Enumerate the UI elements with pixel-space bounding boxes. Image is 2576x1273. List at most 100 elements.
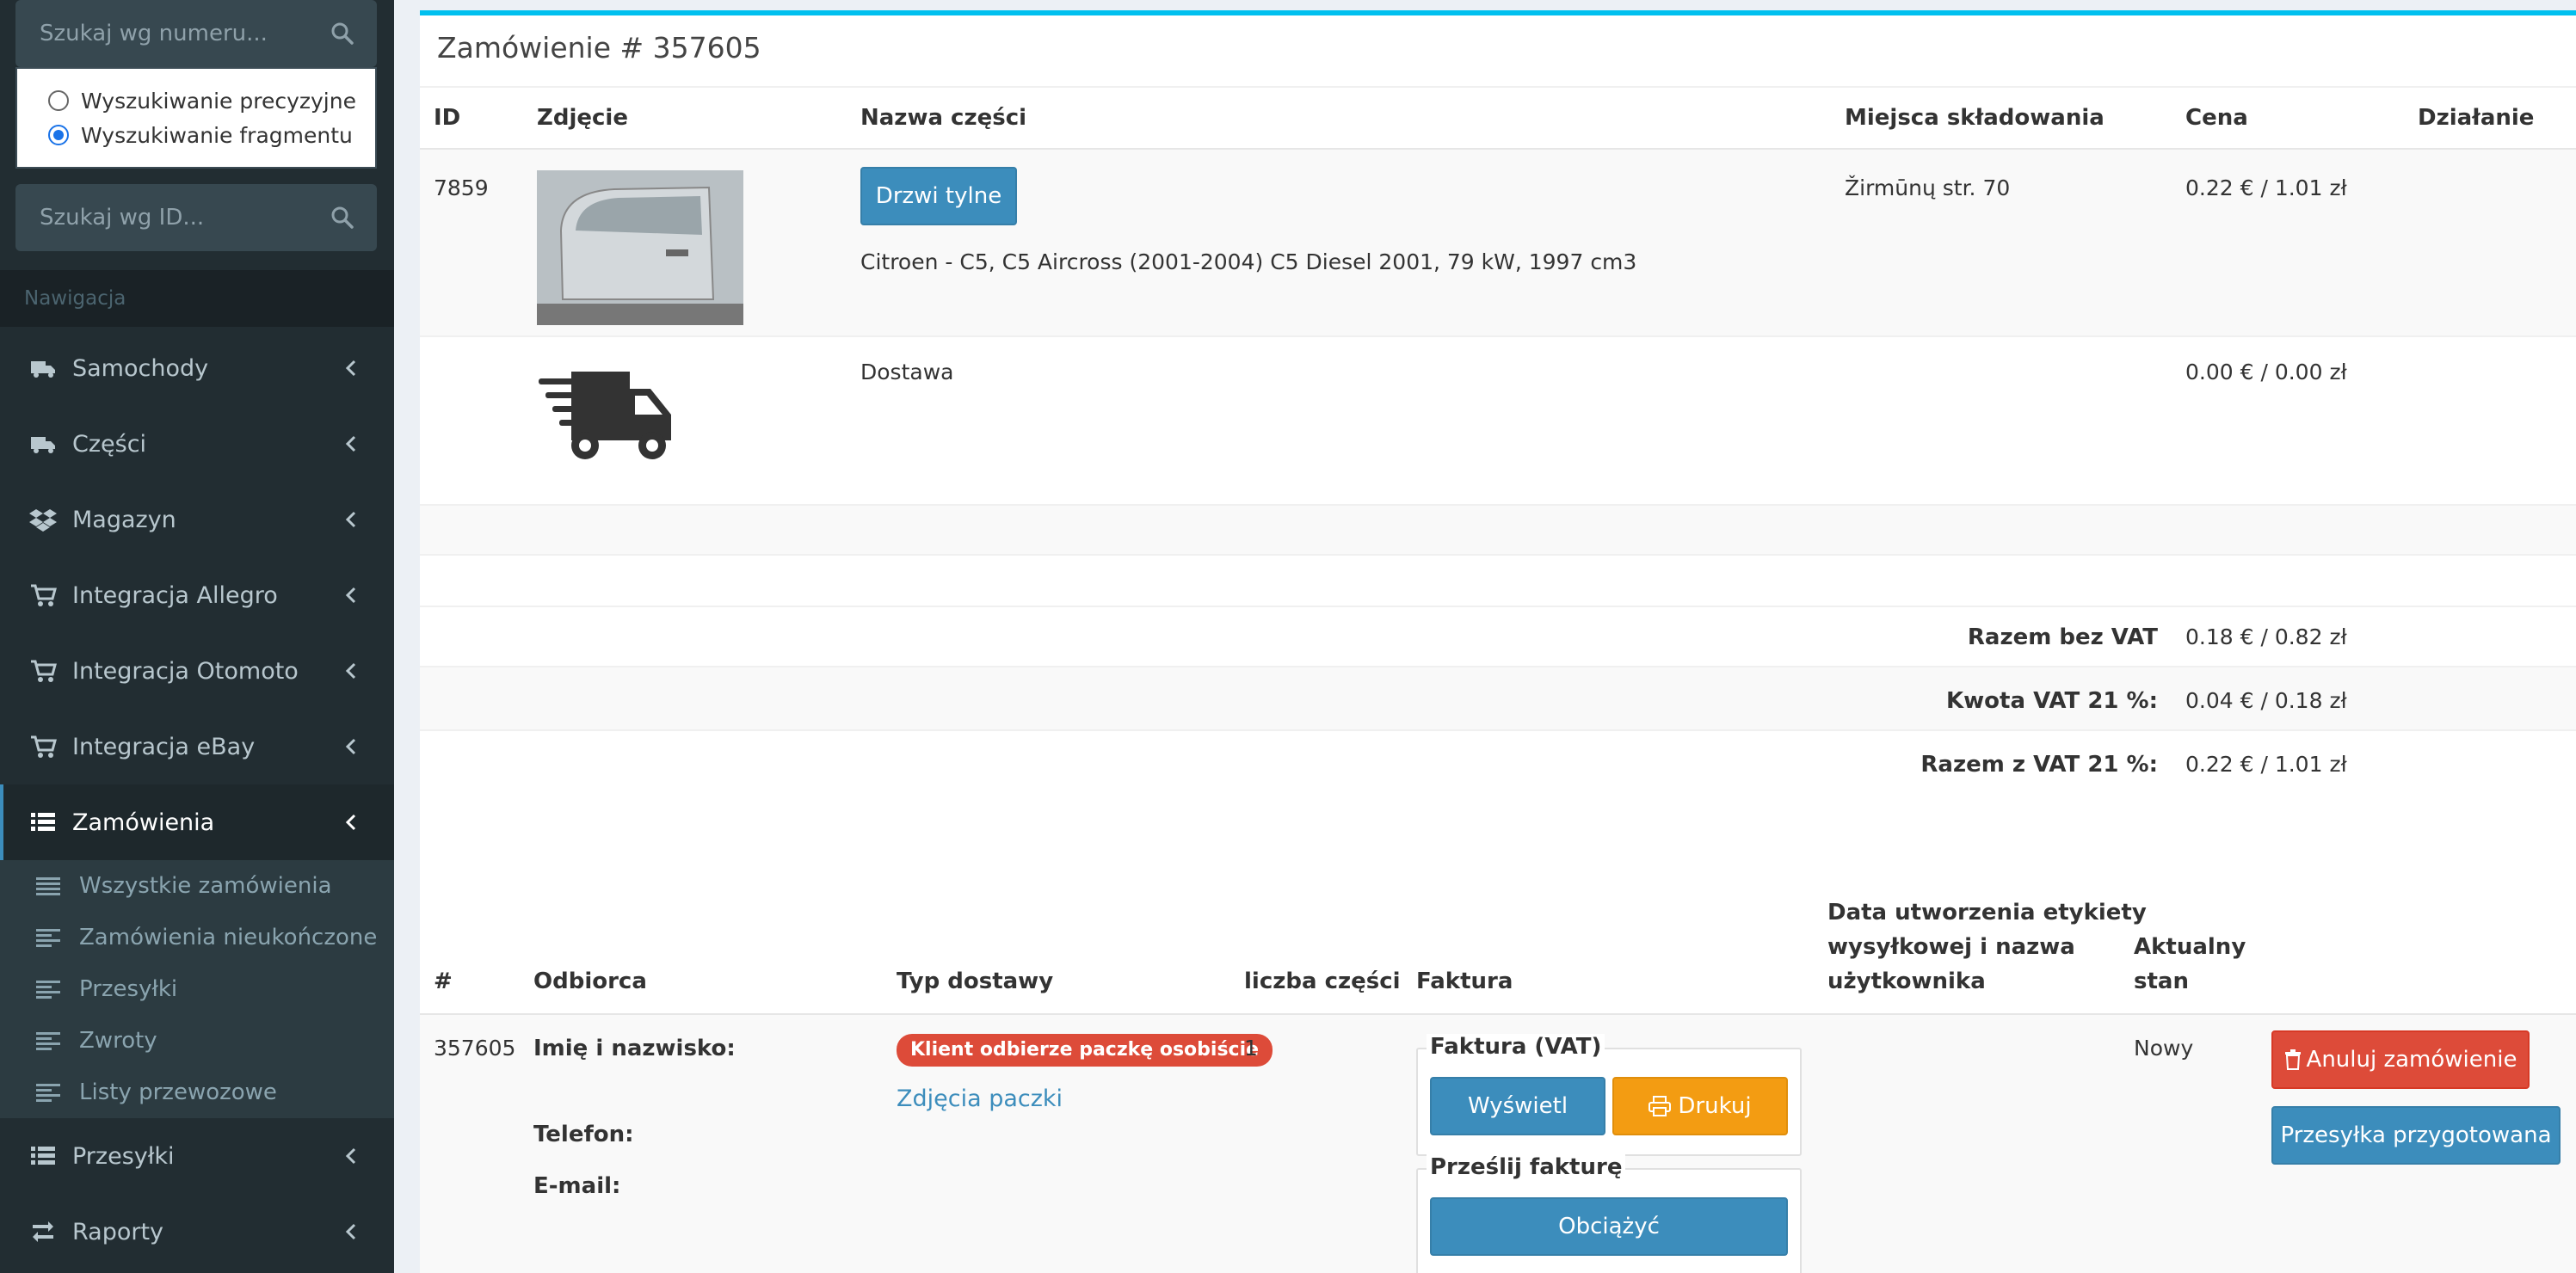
chevron-left-icon [345,435,356,452]
align-left-icon [36,981,60,999]
invoice-legend: Faktura (VAT) [1427,1034,1605,1060]
col-header-label-date-3: użytkownika [1827,969,1986,994]
truck-icon [31,437,55,453]
submenu-item-waybills[interactable]: Listy przewozowe [0,1067,394,1118]
chevron-left-icon [345,1147,356,1165]
submenu-item-all-orders[interactable]: Wszystkie zamówienia [0,860,394,912]
col-header-id: ID [434,105,461,131]
send-invoice-legend: Prześlij fakturę [1427,1154,1626,1180]
sidebar-item-reports[interactable]: Raporty [0,1194,394,1270]
part-price: 0.22 € / 1.01 zł [2185,175,2347,200]
col-header-price: Cena [2185,105,2248,131]
divider [420,86,2576,88]
truck-icon [31,361,55,378]
align-left-icon [36,1084,60,1102]
page-title: Zamówienie # 357605 [437,31,761,65]
chevron-left-icon [345,587,356,604]
radio-fragment-label: Wyszukiwanie fragmentu [81,122,353,148]
package-photos-link[interactable]: Zdjęcia paczki [897,1085,1063,1112]
submenu-item-shipments[interactable]: Przesyłki [0,963,394,1015]
chevron-left-icon [345,662,356,680]
sidebar-item-label: Samochody [72,354,209,382]
chevron-left-icon [345,360,356,377]
radio-precise-dot[interactable] [48,90,69,111]
divider [420,606,2576,607]
submenu-item-returns[interactable]: Zwroty [0,1015,394,1067]
sidebar-item-label: Integracja eBay [72,733,256,760]
sidebar-item-ebay[interactable]: Integracja eBay [0,709,394,784]
delivery-name: Dostawa [860,360,954,384]
view-invoice-button[interactable]: Wyświetl [1430,1077,1605,1135]
search-mode-panel: Wyszukiwanie precyzyjne Wyszukiwanie fra… [15,67,377,169]
submenu-item-label: Wszystkie zamówienia [79,873,332,899]
recipient-phone-label: Telefon: [533,1122,634,1147]
list-icon [31,1147,55,1165]
submenu-item-label: Listy przewozowe [79,1079,277,1105]
col-header-status-2: stan [2134,969,2189,994]
sidebar: Wyszukiwanie precyzyjne Wyszukiwanie fra… [0,0,394,1273]
sidebar-item-warehouse[interactable]: Magazyn [0,482,394,557]
submenu-item-label: Zamówienia nieukończone [79,925,378,950]
divider [420,335,2576,337]
sidebar-item-otomoto[interactable]: Integracja Otomoto [0,633,394,709]
parts-count: 1 [1244,1036,1258,1061]
search-icon[interactable] [330,206,354,230]
sidebar-item-orders[interactable]: Zamówienia [0,784,394,860]
cart-icon [31,735,57,758]
col-header-parts-count: liczba części [1244,969,1401,994]
sidebar-item-label: Magazyn [72,506,176,533]
cart-icon [31,660,57,682]
col-header-label-date-1: Data utworzenia etykiety [1827,900,2147,926]
charge-button[interactable]: Obciążyć [1430,1197,1788,1256]
radio-precise-label: Wyszukiwanie precyzyjne [81,88,356,114]
col-header-location: Miejsca składowania [1845,105,2105,131]
sidebar-item-label: Zamówienia [72,809,215,836]
part-location: Žirmūnų str. 70 [1845,175,2011,200]
print-icon [1649,1096,1672,1116]
sidebar-item-parts[interactable]: Części [0,406,394,482]
divider [420,729,2576,731]
sidebar-item-allegro[interactable]: Integracja Allegro [0,557,394,633]
col-header-num: # [434,969,453,994]
cancel-order-button[interactable]: Anuluj zamówienie [2271,1030,2530,1089]
col-header-label-date-2: wysyłkowej i nazwa [1827,934,2075,960]
part-name-button[interactable]: Drzwi tylne [860,167,1017,225]
search-icon[interactable] [330,22,354,46]
trash-icon [2284,1049,2301,1070]
part-description: Citroen - C5, C5 Aircross (2001-2004) C5… [860,249,1637,274]
search-number-box [15,0,377,67]
print-invoice-label: Drukuj [1678,1093,1752,1119]
total-net-value: 0.18 € / 0.82 zł [2185,624,2347,649]
radio-precise[interactable]: Wyszukiwanie precyzyjne [48,86,356,115]
total-vat-label: Kwota VAT 21 %: [1946,688,2158,714]
part-photo[interactable] [537,170,743,325]
chevron-left-icon [345,814,356,831]
col-header-recipient: Odbiorca [533,969,647,994]
sidebar-item-label: Części [72,430,147,458]
col-header-invoice: Faktura [1416,969,1513,994]
radio-fragment-dot[interactable] [48,125,69,145]
align-left-icon [36,1032,60,1050]
bars-icon [36,877,60,895]
chevron-left-icon [345,511,356,528]
recipient-email-label: E-mail: [533,1173,621,1199]
orders-submenu: Wszystkie zamówienia Zamówienia nieukońc… [0,860,394,1118]
sidebar-item-cars[interactable]: Samochody [0,330,394,406]
radio-fragment[interactable]: Wyszukiwanie fragmentu [48,120,353,150]
search-number-input[interactable] [40,0,324,67]
chevron-left-icon [345,1223,356,1240]
print-invoice-button[interactable]: Drukuj [1612,1077,1788,1135]
sidebar-item-label: Integracja Allegro [72,581,278,609]
shipment-prepared-button[interactable]: Przesyłka przygotowana [2271,1106,2561,1165]
total-net-label: Razem bez VAT [1967,624,2158,650]
col-header-name: Nazwa części [860,105,1027,131]
divider [420,554,2576,556]
align-left-icon [36,929,60,947]
submenu-item-unfinished[interactable]: Zamówienia nieukończone [0,912,394,963]
sidebar-item-shipments[interactable]: Przesyłki [0,1118,394,1194]
col-header-photo: Zdjęcie [537,105,628,131]
order-box: Zamówienie # 357605 ID Zdjęcie Nazwa czę… [420,10,2576,1273]
table-row [420,506,2576,554]
col-header-action: Działanie [2418,105,2535,131]
search-id-input[interactable] [40,184,324,251]
